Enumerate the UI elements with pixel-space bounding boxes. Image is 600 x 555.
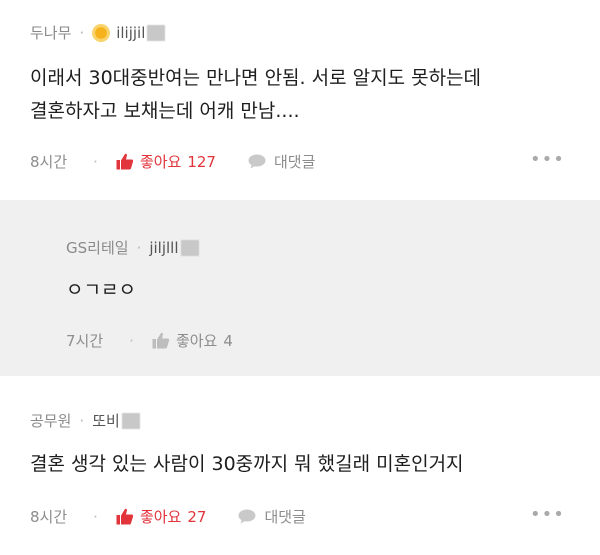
reply-button[interactable]: 대댓글 — [238, 506, 306, 527]
meta-separator: · — [79, 411, 85, 430]
comment-text: 결혼 생각 있는 사람이 30중까지 뭐 했길래 미혼인거지 — [30, 448, 464, 481]
reply-button[interactable]: 대댓글 — [248, 151, 315, 172]
speech-bubble-icon — [238, 509, 256, 524]
action-separator: · — [93, 507, 98, 526]
comment-text: ㅇㄱㄹㅇ — [66, 274, 136, 307]
redacted-mark — [147, 24, 166, 41]
thumbs-up-icon — [152, 332, 170, 349]
comment-actions: 8시간 · 좋아요 27 대댓글 — [30, 506, 306, 527]
thumbs-up-icon — [116, 508, 134, 525]
comment-time: 7시간 — [66, 332, 104, 350]
like-count: 27 — [187, 507, 207, 526]
comment-text-line: 이래서 30대중반여는 만나면 안됨. 서로 알지도 못하는데 — [30, 67, 482, 89]
redacted-mark — [180, 239, 199, 256]
reply-item: GS리테일 · jiljlll ㅇㄱㄹㅇ 7시간 · 좋아요 4 — [0, 200, 600, 376]
comment-username[interactable]: 또비 — [92, 410, 120, 431]
thumbs-up-icon — [116, 153, 134, 170]
comment-text-line: 결혼하자고 보채는데 어캐 만남.... — [30, 100, 300, 122]
like-button[interactable]: 좋아요 127 — [116, 151, 216, 172]
comment-header: 공무원 · 또비 — [30, 410, 140, 431]
comment-username[interactable]: jiljlll — [149, 239, 178, 257]
action-separator: · — [129, 331, 134, 350]
comment-header: GS리테일 · jiljlll — [66, 237, 199, 258]
comment-time: 8시간 — [30, 508, 68, 526]
like-button[interactable]: 좋아요 4 — [152, 330, 233, 351]
comment-nickname[interactable]: GS리테일 — [66, 237, 129, 258]
like-button[interactable]: 좋아요 27 — [116, 506, 207, 527]
reply-label: 대댓글 — [264, 508, 306, 526]
more-icon[interactable]: ••• — [530, 149, 565, 170]
comment-header: 두나무 · ilijjil — [30, 22, 166, 43]
comment-nickname[interactable]: 두나무 — [30, 22, 71, 43]
like-count: 127 — [187, 152, 216, 171]
comment-text: 이래서 30대중반여는 만나면 안됨. 서로 알지도 못하는데 결혼하자고 보채… — [30, 62, 481, 128]
comment-time: 8시간 — [30, 153, 68, 171]
comment-item: 두나무 · ilijjil 이래서 30대중반여는 만나면 안됨. 서로 알지도… — [0, 0, 600, 182]
redacted-mark — [121, 412, 140, 429]
like-count: 4 — [223, 331, 233, 350]
speech-bubble-icon — [248, 154, 266, 169]
action-separator: · — [93, 152, 98, 171]
comment-item: 공무원 · 또비 결혼 생각 있는 사람이 30중까지 뭐 했길래 미혼인거지 … — [0, 394, 600, 555]
meta-separator: · — [136, 238, 142, 257]
comment-actions: 7시간 · 좋아요 4 — [66, 330, 265, 351]
more-icon[interactable]: ••• — [530, 504, 565, 525]
reply-label: 대댓글 — [273, 153, 316, 171]
comment-text-line: 결혼 생각 있는 사람이 30중까지 뭐 했길래 미혼인거지 — [30, 453, 464, 475]
like-label: 좋아요 — [139, 508, 182, 526]
comment-username[interactable]: ilijjil — [116, 24, 145, 42]
comment-text-line: ㅇㄱㄹㅇ — [66, 279, 136, 301]
comment-actions: 8시간 · 좋아요 127 대댓글 — [30, 151, 315, 172]
like-label: 좋아요 — [139, 153, 182, 171]
badge-icon — [92, 23, 111, 42]
meta-separator: · — [79, 23, 85, 42]
like-label: 좋아요 — [175, 332, 218, 350]
comment-nickname[interactable]: 공무원 — [30, 410, 71, 431]
